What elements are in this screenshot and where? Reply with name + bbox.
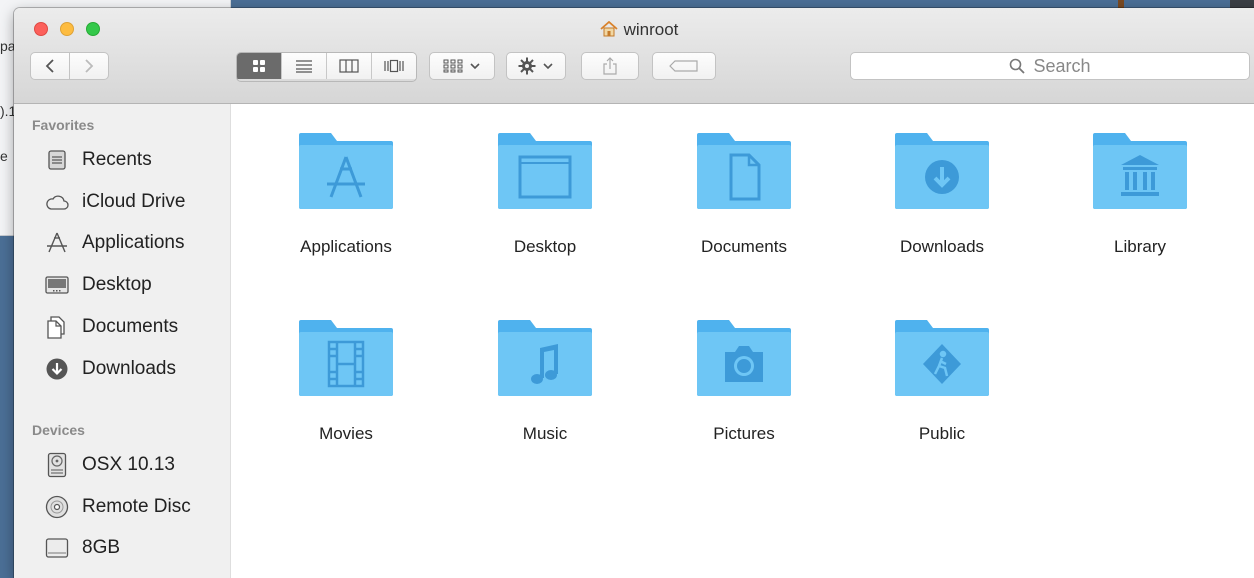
folder-item[interactable]: Desktop <box>455 131 635 257</box>
folder-item[interactable]: Downloads <box>852 131 1032 257</box>
chevron-down-icon <box>543 63 553 70</box>
action-button[interactable] <box>506 52 566 80</box>
sidebar-item-downloads[interactable]: Downloads <box>44 354 176 384</box>
library-folder-icon <box>1093 133 1187 209</box>
file-label: Documents <box>701 237 787 256</box>
file-label: Public <box>918 424 966 443</box>
file-label: Applications <box>300 237 392 256</box>
sidebar-item-label: Documents <box>82 316 179 337</box>
file-browser: Applications Desktop Documents Downloads… <box>231 104 1254 578</box>
desktop-icon <box>44 272 70 298</box>
file-label: Pictures <box>713 424 775 443</box>
sidebar-item-label: OSX 10.13 <box>82 454 175 475</box>
arrange-grid-icon <box>443 59 463 73</box>
movies-folder-icon <box>299 320 393 396</box>
share-icon <box>603 57 617 75</box>
favorites-section-title: Favorites <box>32 117 95 133</box>
list-view-button[interactable] <box>281 53 326 79</box>
forward-button[interactable] <box>69 52 109 80</box>
sidebar-item-label: Desktop <box>82 274 152 295</box>
file-label: Library <box>1114 237 1166 256</box>
sidebar-item-applications[interactable]: Applications <box>44 228 184 258</box>
sidebar-item-label: Remote Disc <box>82 496 191 517</box>
view-mode-group <box>236 52 417 82</box>
cover-flow-button[interactable] <box>371 53 416 79</box>
sidebar-item-documents[interactable]: Documents <box>44 312 178 342</box>
title-bar: winroot Search <box>14 8 1254 104</box>
sidebar-item-remote-disc[interactable]: Remote Disc <box>44 492 191 522</box>
gear-icon <box>518 57 536 75</box>
share-button[interactable] <box>581 52 639 80</box>
window-title: winroot <box>14 20 1254 42</box>
icon-view-button[interactable] <box>237 53 281 79</box>
file-label: Desktop <box>513 237 577 256</box>
pictures-folder-icon <box>697 320 791 396</box>
downloads-icon <box>44 356 70 382</box>
search-field[interactable]: Search <box>850 52 1250 80</box>
sidebar: Favorites Recents iCloud Drive Applicati… <box>14 104 248 578</box>
music-folder-icon <box>498 320 592 396</box>
public-folder-icon <box>895 320 989 396</box>
folder-item[interactable]: Music <box>455 318 635 444</box>
sidebar-item-8gb[interactable]: 8GB ⏏ <box>44 533 248 563</box>
window-title-text: winroot <box>623 20 679 39</box>
home-icon <box>600 20 618 42</box>
folder-item[interactable]: Documents <box>654 131 834 257</box>
sidebar-item-label: Recents <box>82 149 152 170</box>
search-icon <box>1010 58 1026 74</box>
applications-icon <box>44 230 70 256</box>
file-label: Music <box>522 424 568 443</box>
icon-grid-icon <box>253 60 265 72</box>
devices-section-title: Devices <box>32 422 85 438</box>
file-label: Movies <box>319 424 373 443</box>
list-icon <box>296 60 312 73</box>
cloud-icon <box>44 189 70 215</box>
folder-item[interactable]: Movies <box>256 318 436 444</box>
folder-item[interactable]: Library <box>1050 131 1230 257</box>
folder-item[interactable]: Applications <box>256 131 436 257</box>
column-view-button[interactable] <box>326 53 371 79</box>
sidebar-item-recents[interactable]: Recents <box>44 145 152 175</box>
columns-icon <box>339 59 359 73</box>
chevron-right-icon <box>85 59 94 73</box>
drive-icon <box>44 535 70 561</box>
recents-icon <box>44 147 70 173</box>
arrange-button[interactable] <box>429 52 495 80</box>
cover-flow-icon <box>384 59 404 73</box>
folder-item[interactable]: Pictures <box>654 318 834 444</box>
tag-icon <box>669 60 698 72</box>
sidebar-item-desktop[interactable]: Desktop <box>44 270 152 300</box>
documents-folder-icon <box>697 133 791 209</box>
sidebar-item-label: iCloud Drive <box>82 191 186 212</box>
sidebar-item-label: Downloads <box>82 358 176 379</box>
background-text: e <box>0 148 8 164</box>
applications-folder-icon <box>299 133 393 209</box>
finder-window: winroot Search Favorites Recents iCloud … <box>14 8 1254 578</box>
file-label: Downloads <box>899 237 985 256</box>
tags-button[interactable] <box>652 52 716 80</box>
search-placeholder: Search <box>1033 55 1091 76</box>
back-button[interactable] <box>30 52 70 80</box>
sidebar-item-label: Applications <box>82 232 185 253</box>
hard-disk-icon <box>44 452 70 478</box>
sidebar-item-icloud-drive[interactable]: iCloud Drive <box>44 187 185 217</box>
downloads-folder-icon <box>895 133 989 209</box>
documents-icon <box>44 314 70 340</box>
sidebar-item-label: 8GB <box>82 537 121 558</box>
disc-icon <box>44 494 70 520</box>
chevron-left-icon <box>45 59 54 73</box>
chevron-down-icon <box>470 63 480 70</box>
folder-item[interactable]: Public <box>852 318 1032 444</box>
desktop-folder-icon <box>498 133 592 209</box>
sidebar-item-osx-disk[interactable]: OSX 10.13 <box>44 450 175 480</box>
